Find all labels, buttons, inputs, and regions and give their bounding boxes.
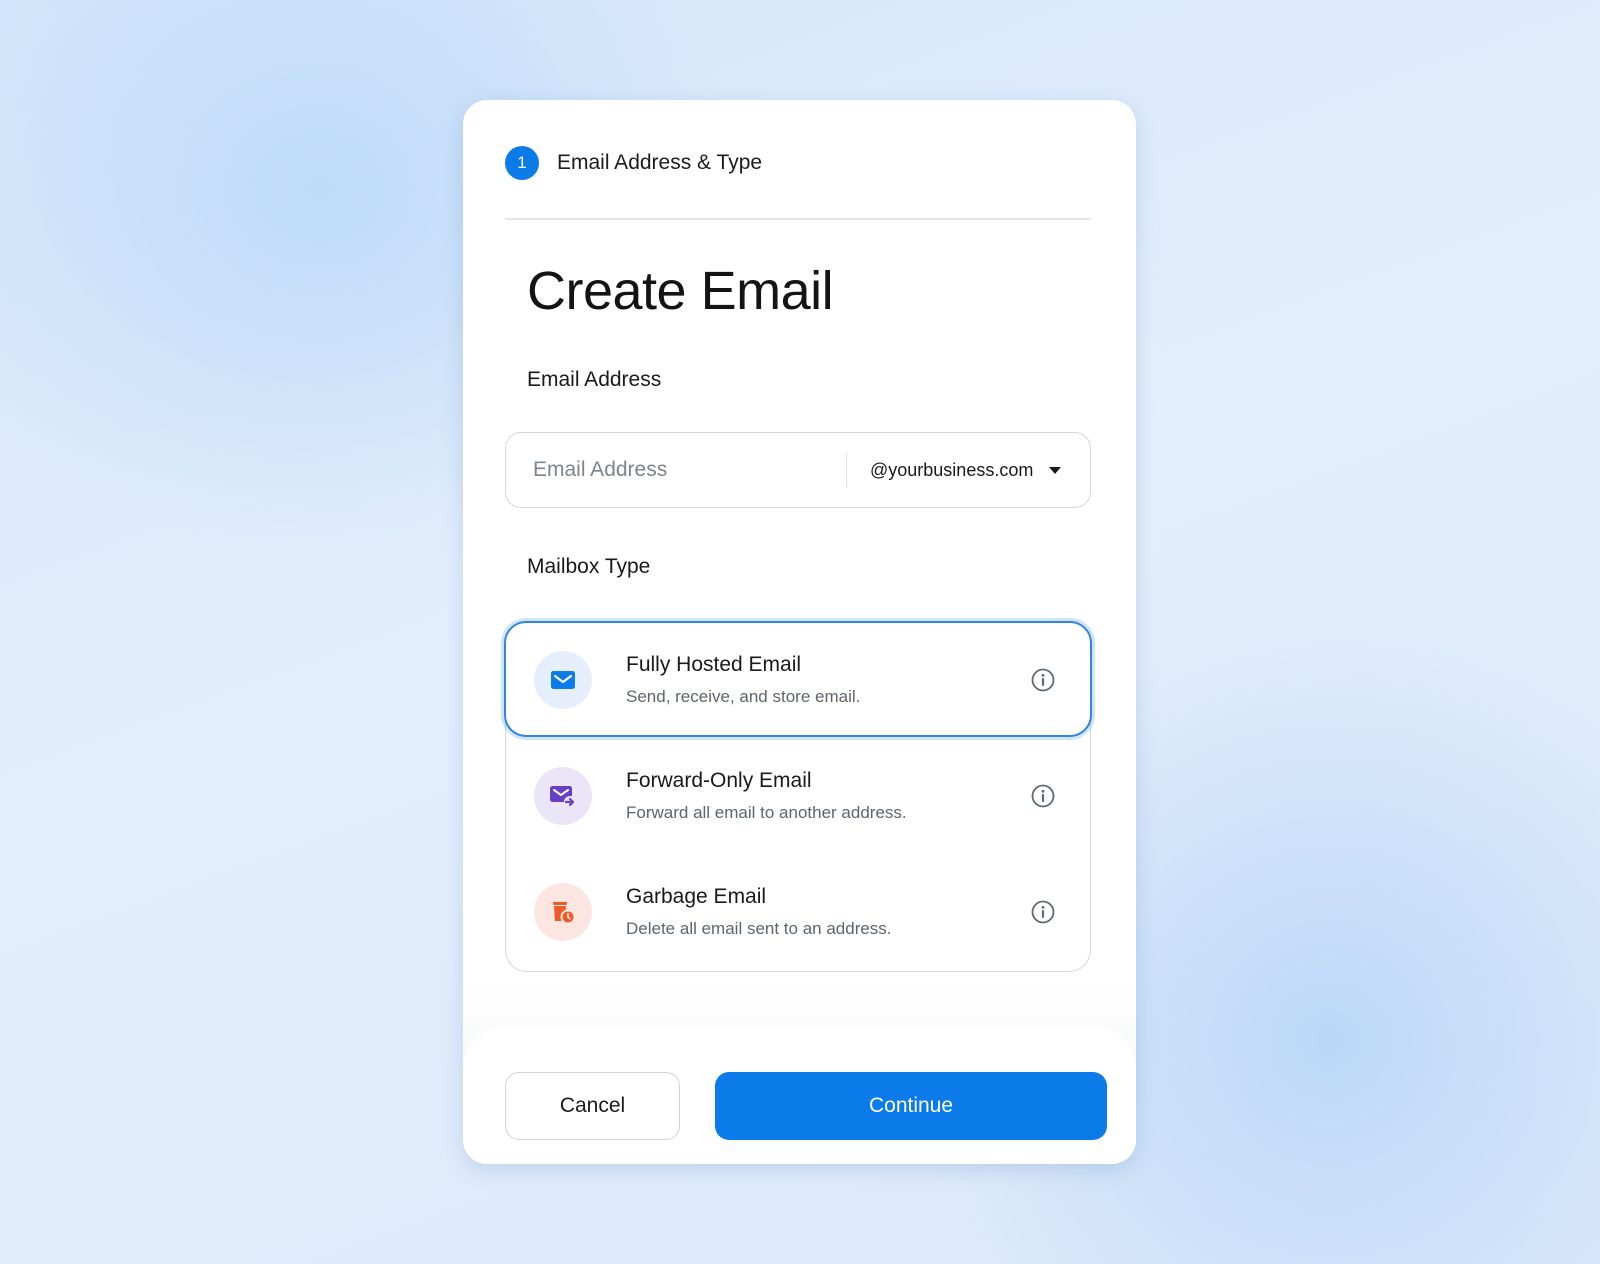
envelope-icon (534, 651, 592, 709)
option-description: Delete all email sent to an address. (626, 919, 892, 938)
mailbox-type-label: Mailbox Type (527, 555, 651, 578)
email-address-label: Email Address (527, 368, 662, 391)
info-icon[interactable] (1030, 783, 1056, 809)
page-title: Create Email (527, 261, 834, 321)
domain-dropdown[interactable]: @yourbusiness.com (870, 433, 1062, 507)
field-separator (846, 453, 847, 487)
option-description: Forward all email to another address. (626, 803, 907, 822)
cancel-button[interactable]: Cancel (505, 1072, 680, 1140)
domain-selected-value: @yourbusiness.com (870, 459, 1034, 480)
info-icon[interactable] (1030, 899, 1056, 925)
mailbox-option-forward-only[interactable]: Forward-Only Email Forward all email to … (506, 739, 1090, 855)
step-label: Email Address & Type (557, 151, 763, 174)
chevron-down-icon (1049, 466, 1062, 474)
dialog-footer: Cancel Continue (463, 1028, 1136, 1164)
create-email-dialog: 1 Email Address & Type Create Email Emai… (463, 100, 1136, 1164)
header-divider (505, 218, 1091, 220)
mailbox-option-fully-hosted[interactable]: Fully Hosted Email Send, receive, and st… (504, 621, 1092, 737)
option-title: Forward-Only Email (626, 769, 812, 792)
mailbox-option-garbage[interactable]: Garbage Email Delete all email sent to a… (506, 855, 1090, 971)
trash-clock-icon (534, 883, 592, 941)
stepper: 1 Email Address & Type (505, 146, 762, 180)
step-number-badge: 1 (505, 146, 539, 180)
email-address-input[interactable] (531, 457, 835, 483)
email-field-group: @yourbusiness.com (505, 432, 1091, 508)
envelope-forward-icon (534, 767, 592, 825)
info-icon[interactable] (1030, 667, 1056, 693)
option-title: Fully Hosted Email (626, 653, 802, 676)
mailbox-type-options: Fully Hosted Email Send, receive, and st… (504, 621, 1092, 972)
option-title: Garbage Email (626, 885, 767, 908)
continue-button[interactable]: Continue (715, 1072, 1107, 1140)
option-description: Send, receive, and store email. (626, 687, 861, 706)
